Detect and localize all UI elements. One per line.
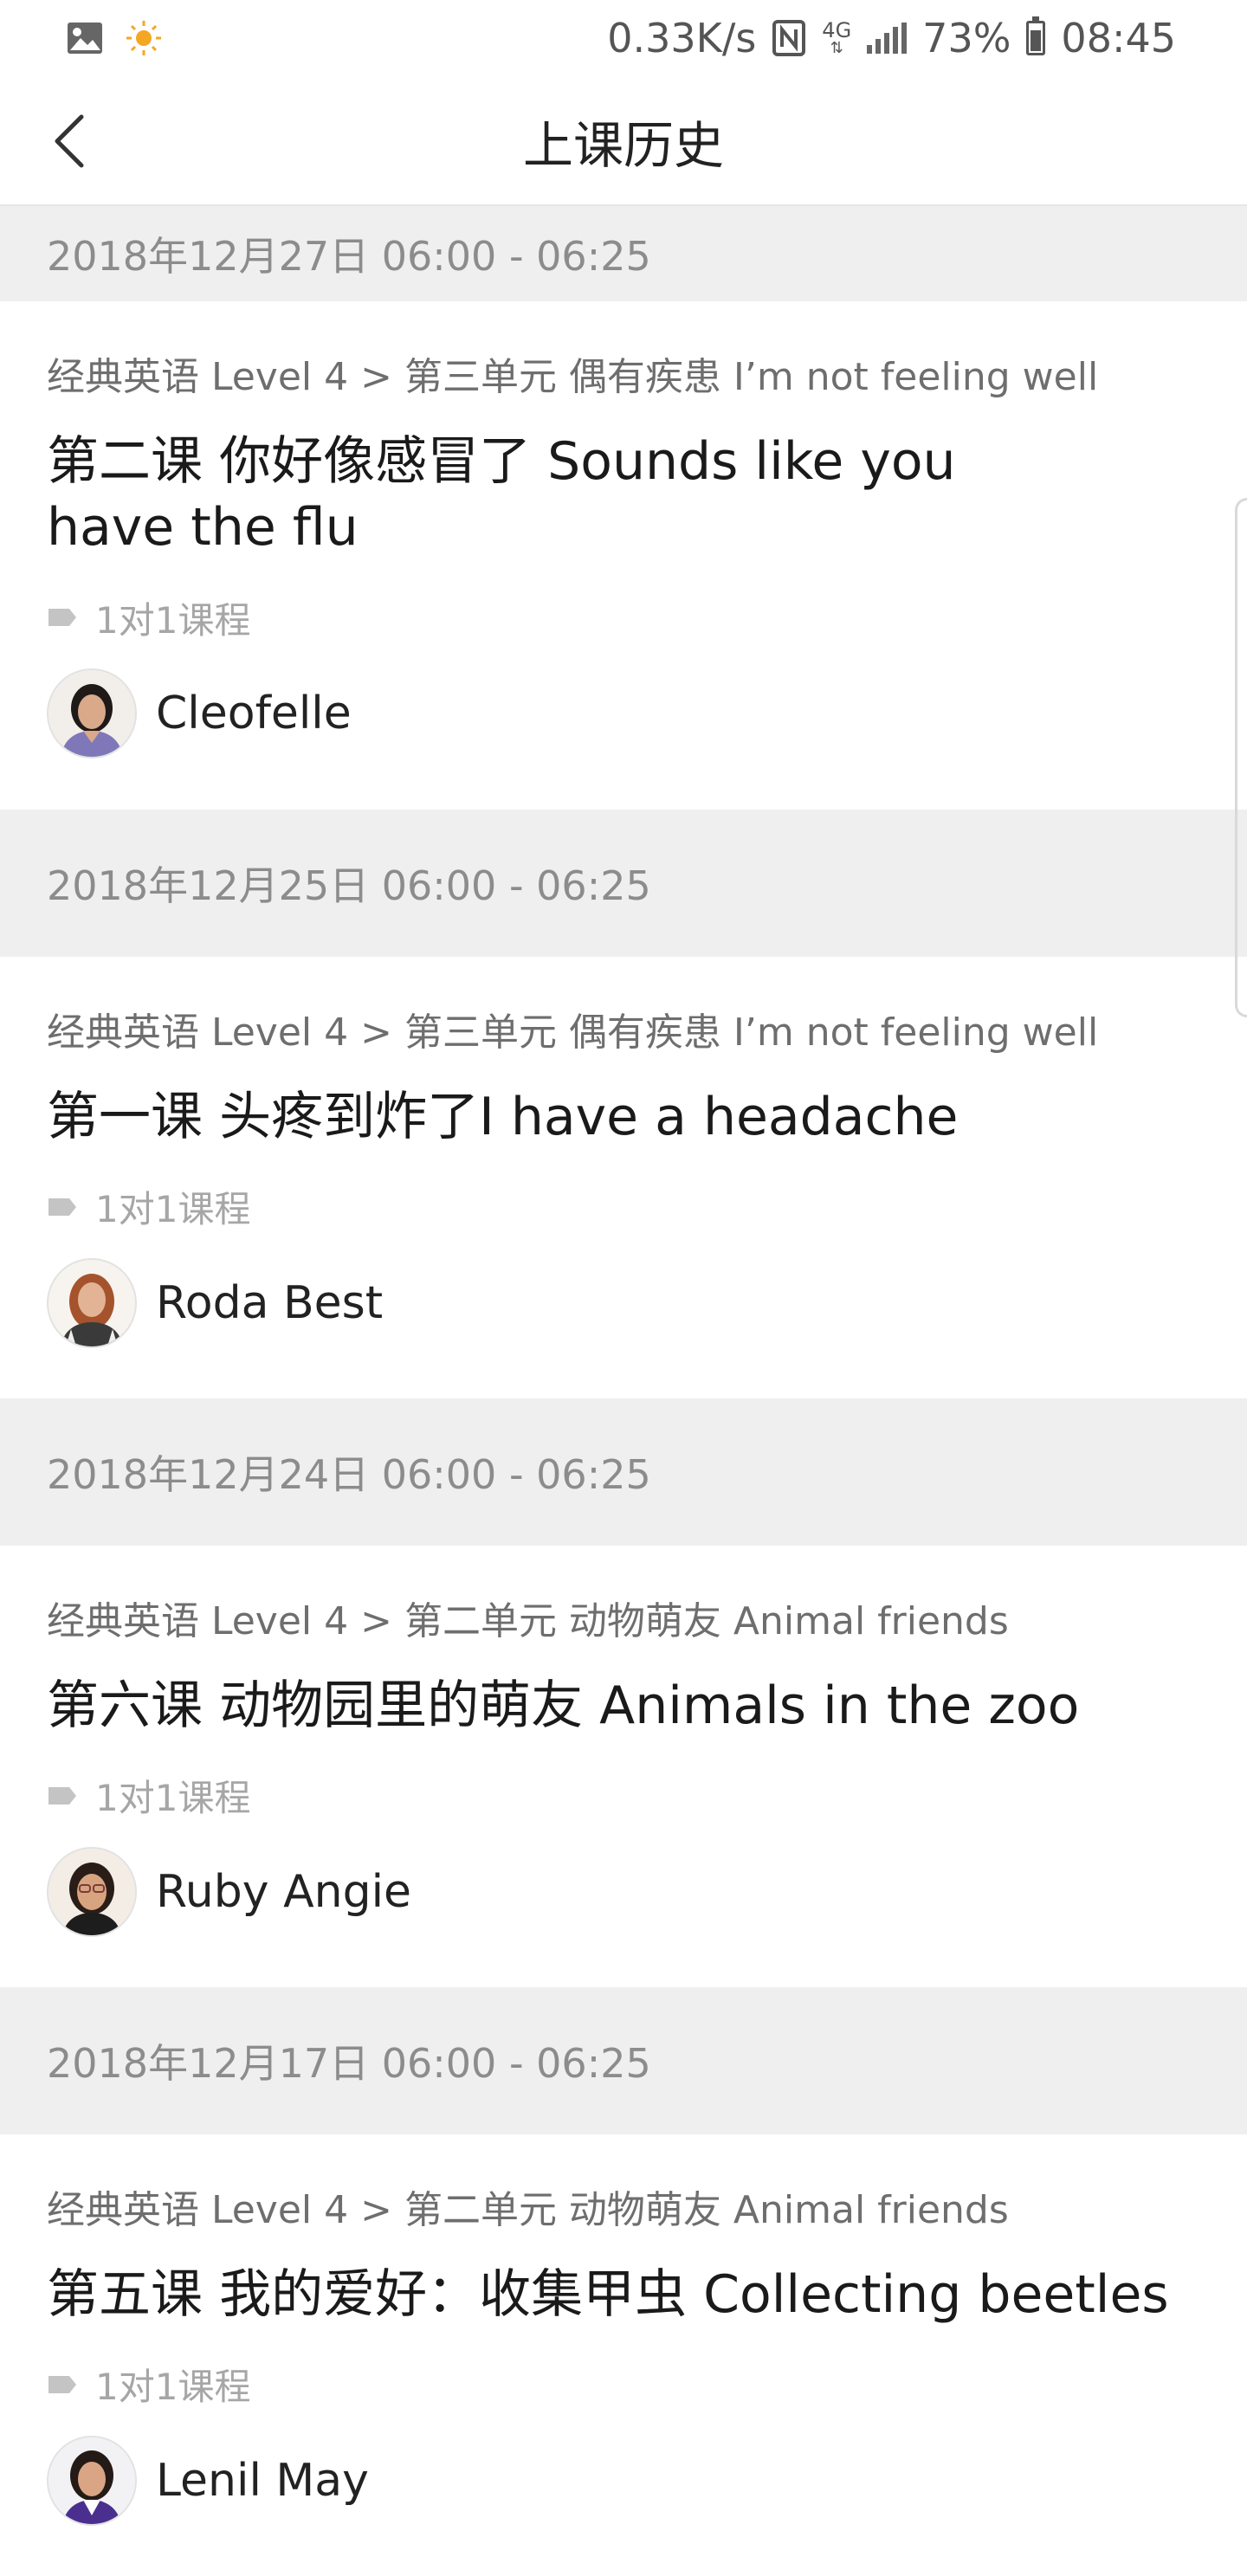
image-icon: [66, 21, 104, 55]
course-type-tag: 1对1课程: [47, 595, 1200, 642]
status-left: [66, 19, 163, 57]
network-type: 4G ⇅: [822, 18, 852, 57]
teacher[interactable]: Lenil May: [47, 2433, 1200, 2528]
net-speed: 0.33K/s: [607, 15, 757, 61]
lesson-card[interactable]: 经典英语 Level 4 > 第二单元 动物萌友 Animal friends …: [0, 1546, 1247, 1987]
teacher-name: Roda Best: [156, 1276, 384, 1329]
tag-icon: [48, 1786, 76, 1804]
course-type-label: 1对1课程: [95, 598, 251, 642]
course-type-tag: 1对1课程: [47, 2362, 1200, 2408]
course-type-label: 1对1课程: [95, 1188, 251, 1231]
lesson-card[interactable]: 经典英语 Level 4 > 第三单元 偶有疾患 I’m not feeling…: [0, 301, 1247, 810]
course-type-label: 1对1课程: [95, 1777, 251, 1820]
teacher[interactable]: Ruby Angie: [47, 1844, 1200, 1940]
signal-icon: [867, 23, 908, 54]
course-path: 经典英语 Level 4 > 第三单元 偶有疾患 I’m not feeling…: [47, 355, 1099, 399]
date-header: 2018年12月27日 06:00 - 06:25: [0, 206, 1247, 301]
course-type-label: 1对1课程: [95, 2366, 251, 2409]
teacher-name: Cleofelle: [156, 688, 352, 740]
lesson-title: 第六课 动物园里的萌友 Animals in the zoo: [47, 1675, 1080, 1736]
teacher-avatar: [47, 1846, 137, 1937]
course-type-tag: 1对1课程: [47, 1773, 1200, 1819]
page-title: 上课历史: [522, 116, 724, 175]
scroll-indicator[interactable]: [1235, 498, 1247, 1017]
lesson-card[interactable]: 经典英语 Level 4 > 第二单元 动物萌友 Animal friends …: [0, 2134, 1247, 2576]
status-right: 0.33K/s 4G ⇅ 73% 08:45: [607, 15, 1176, 61]
battery-percent: 73%: [922, 15, 1011, 61]
tag-icon: [48, 609, 76, 627]
tag-icon: [48, 2375, 76, 2393]
teacher[interactable]: Roda Best: [47, 1256, 1200, 1351]
nfc-icon: [772, 19, 806, 57]
battery-icon: [1026, 16, 1046, 55]
date-header: 2018年12月24日 06:00 - 06:25: [0, 1398, 1247, 1546]
teacher[interactable]: Cleofelle: [47, 666, 1200, 761]
lesson-card[interactable]: 经典英语 Level 4 > 第三单元 偶有疾患 I’m not feeling…: [0, 957, 1247, 1398]
teacher-avatar: [47, 2435, 137, 2526]
lesson-title: 第一课 头疼到炸了I have a headache: [47, 1086, 959, 1147]
course-path: 经典英语 Level 4 > 第三单元 偶有疾患 I’m not feeling…: [47, 1010, 1099, 1055]
status-bar: 0.33K/s 4G ⇅ 73% 08:45: [0, 0, 1247, 76]
clock: 08:45: [1061, 15, 1176, 61]
sun-icon: [125, 19, 163, 57]
app-header: 上课历史: [0, 76, 1247, 206]
course-path: 经典英语 Level 4 > 第二单元 动物萌友 Animal friends: [47, 2188, 1009, 2232]
teacher-avatar: [47, 1257, 137, 1348]
course-path: 经典英语 Level 4 > 第二单元 动物萌友 Animal friends: [47, 1599, 1009, 1643]
date-header: 2018年12月17日 06:00 - 06:25: [0, 1987, 1247, 2134]
teacher-name: Ruby Angie: [156, 1865, 412, 1918]
date-header: 2018年12月25日 06:00 - 06:25: [0, 810, 1247, 957]
lesson-title: 第五课 我的爱好：收集甲虫 Collecting beetles: [47, 2263, 1169, 2325]
class-history-list: 2018年12月27日 06:00 - 06:25 经典英语 Level 4 >…: [0, 206, 1247, 2576]
tag-icon: [48, 1198, 76, 1216]
lesson-title: 第二课 你好像感冒了 Sounds like you have the flu: [47, 430, 956, 558]
course-type-tag: 1对1课程: [47, 1185, 1200, 1230]
teacher-name: Lenil May: [156, 2454, 369, 2507]
teacher-avatar: [47, 668, 137, 759]
